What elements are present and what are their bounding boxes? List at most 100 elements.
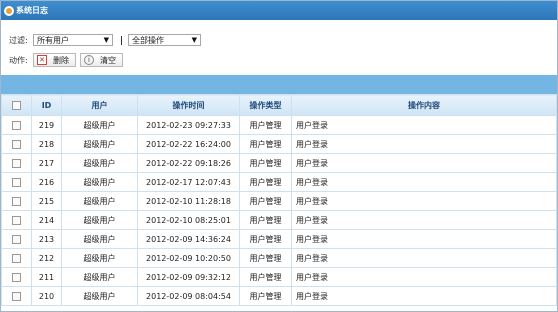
column-header-type[interactable]: 操作类型: [239, 94, 292, 116]
cell-type: 用户管理: [239, 172, 292, 192]
row-checkbox[interactable]: [12, 139, 21, 149]
toolbar: 过滤: 所有用户 ▼ 全部操作 ▼ 动作: ✕ 删除 i 清空: [1, 30, 557, 70]
table-toolbar-strip: [1, 75, 557, 94]
row-select-cell: [1, 191, 32, 211]
row-checkbox[interactable]: [12, 177, 21, 187]
row-select-cell: [1, 134, 32, 154]
clear-button[interactable]: i 清空: [80, 53, 123, 67]
cell-id: 215: [31, 191, 62, 211]
cell-content: 用户登录: [291, 286, 557, 306]
row-checkbox[interactable]: [12, 234, 21, 244]
table-row[interactable]: 214 超级用户 2012-02-10 08:25:01 用户管理 用户登录: [1, 210, 557, 230]
cell-content: 用户登录: [291, 210, 557, 230]
delete-button[interactable]: ✕ 删除: [33, 53, 76, 67]
delete-icon: ✕: [37, 55, 47, 65]
cell-type: 用户管理: [239, 191, 292, 211]
column-header-time[interactable]: 操作时间: [137, 94, 240, 116]
cell-id: 211: [31, 267, 62, 287]
row-checkbox[interactable]: [12, 272, 21, 282]
cell-type: 用户管理: [239, 248, 292, 268]
title-bar: 系统日志: [1, 1, 557, 20]
cell-type: 用户管理: [239, 134, 292, 154]
cell-user: 超级用户: [61, 172, 138, 192]
row-select-cell: [1, 210, 32, 230]
cell-type: 用户管理: [239, 115, 292, 135]
cell-content: 用户登录: [291, 191, 557, 211]
cell-time: 2012-02-23 09:27:33: [137, 115, 240, 135]
table-row[interactable]: 218 超级用户 2012-02-22 16:24:00 用户管理 用户登录: [1, 134, 557, 154]
cell-id: 212: [31, 248, 62, 268]
table-row[interactable]: 210 超级用户 2012-02-09 08:04:54 用户管理 用户登录: [1, 286, 557, 306]
info-icon: i: [84, 55, 94, 65]
gear-icon: [4, 5, 14, 16]
cell-time: 2012-02-09 14:36:24: [137, 229, 240, 249]
cell-id: 216: [31, 172, 62, 192]
log-table: ID 用户 操作时间 操作类型 操作内容 219 超级用户 2012-02-23…: [1, 94, 557, 306]
column-header-content[interactable]: 操作内容: [291, 94, 557, 116]
cell-content: 用户登录: [291, 134, 557, 154]
action-row: 动作: ✕ 删除 i 清空: [9, 50, 557, 70]
cell-time: 2012-02-10 11:28:18: [137, 191, 240, 211]
cell-id: 218: [31, 134, 62, 154]
cell-time: 2012-02-22 09:18:26: [137, 153, 240, 173]
table-row[interactable]: 217 超级用户 2012-02-22 09:18:26 用户管理 用户登录: [1, 153, 557, 173]
cell-type: 用户管理: [239, 153, 292, 173]
table-row[interactable]: 211 超级用户 2012-02-09 09:32:12 用户管理 用户登录: [1, 267, 557, 287]
row-checkbox[interactable]: [12, 253, 21, 263]
system-log-panel: 系统日志 过滤: 所有用户 ▼ 全部操作 ▼ 动作: ✕ 删除 i 清空 ID …: [0, 0, 558, 312]
filter-label: 过滤:: [9, 35, 28, 45]
cell-user: 超级用户: [61, 191, 138, 211]
row-select-cell: [1, 248, 32, 268]
table-row[interactable]: 219 超级用户 2012-02-23 09:27:33 用户管理 用户登录: [1, 115, 557, 135]
column-header-id[interactable]: ID: [31, 94, 62, 116]
row-checkbox[interactable]: [12, 120, 21, 130]
cell-user: 超级用户: [61, 248, 138, 268]
row-checkbox[interactable]: [12, 158, 21, 168]
select-all-checkbox[interactable]: [12, 100, 21, 110]
cell-id: 213: [31, 229, 62, 249]
cell-time: 2012-02-10 08:25:01: [137, 210, 240, 230]
select-all-cell: [1, 94, 32, 116]
cell-user: 超级用户: [61, 115, 138, 135]
column-header-user[interactable]: 用户: [61, 94, 138, 116]
cell-time: 2012-02-17 12:07:43: [137, 172, 240, 192]
cell-content: 用户登录: [291, 267, 557, 287]
row-checkbox[interactable]: [12, 196, 21, 206]
cell-user: 超级用户: [61, 153, 138, 173]
cell-id: 214: [31, 210, 62, 230]
user-filter-value: 所有用户: [37, 35, 69, 45]
cell-user: 超级用户: [61, 229, 138, 249]
cell-id: 210: [31, 286, 62, 306]
cell-type: 用户管理: [239, 210, 292, 230]
operation-filter-select[interactable]: 全部操作 ▼: [128, 34, 201, 46]
cell-id: 219: [31, 115, 62, 135]
chevron-down-icon: ▼: [191, 36, 197, 44]
filter-row: 过滤: 所有用户 ▼ 全部操作 ▼: [9, 30, 557, 50]
cell-time: 2012-02-09 10:20:50: [137, 248, 240, 268]
table-row[interactable]: 213 超级用户 2012-02-09 14:36:24 用户管理 用户登录: [1, 229, 557, 249]
clear-button-label: 清空: [100, 55, 116, 65]
cell-content: 用户登录: [291, 229, 557, 249]
operation-filter-value: 全部操作: [132, 35, 164, 45]
row-select-cell: [1, 153, 32, 173]
cell-type: 用户管理: [239, 229, 292, 249]
row-select-cell: [1, 286, 32, 306]
cell-type: 用户管理: [239, 286, 292, 306]
filter-separator: [121, 35, 122, 45]
row-select-cell: [1, 115, 32, 135]
table-row[interactable]: 216 超级用户 2012-02-17 12:07:43 用户管理 用户登录: [1, 172, 557, 192]
chevron-down-icon: ▼: [103, 36, 109, 44]
cell-time: 2012-02-09 08:04:54: [137, 286, 240, 306]
cell-user: 超级用户: [61, 267, 138, 287]
table-row[interactable]: 215 超级用户 2012-02-10 11:28:18 用户管理 用户登录: [1, 191, 557, 211]
row-checkbox[interactable]: [12, 215, 21, 225]
table-row[interactable]: 212 超级用户 2012-02-09 10:20:50 用户管理 用户登录: [1, 248, 557, 268]
table-header-row: ID 用户 操作时间 操作类型 操作内容: [1, 94, 557, 116]
action-label: 动作:: [9, 55, 28, 65]
cell-user: 超级用户: [61, 286, 138, 306]
cell-time: 2012-02-09 09:32:12: [137, 267, 240, 287]
cell-content: 用户登录: [291, 115, 557, 135]
delete-button-label: 删除: [53, 55, 69, 65]
user-filter-select[interactable]: 所有用户 ▼: [33, 34, 113, 46]
row-checkbox[interactable]: [12, 291, 21, 301]
